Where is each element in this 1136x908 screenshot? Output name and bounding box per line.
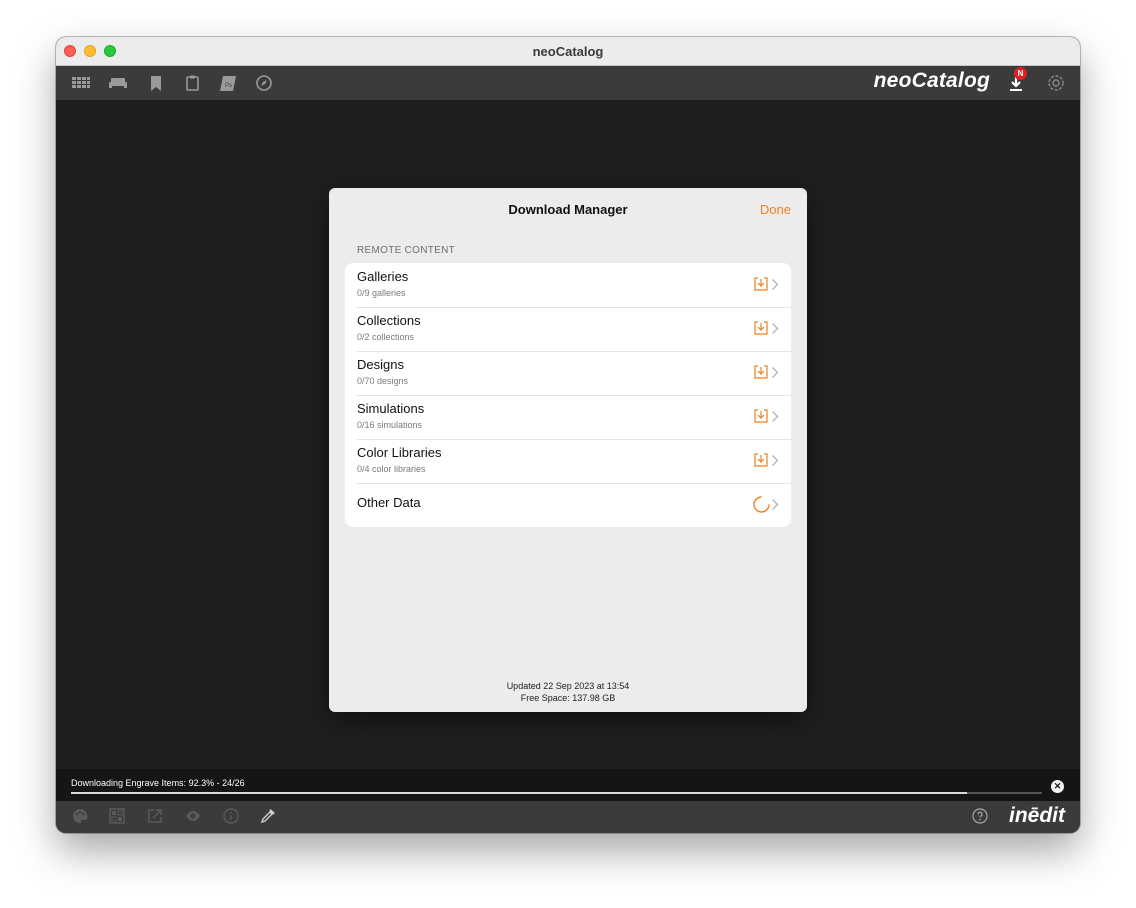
download-tray-icon[interactable] [753, 364, 769, 380]
list-item-other-data[interactable]: Other Data [345, 483, 791, 527]
item-title: Designs [357, 357, 404, 372]
chevron-right-icon [772, 411, 779, 422]
free-space-label: Free Space: 137.98 GB [520, 693, 616, 703]
list-item-simulations[interactable]: Simulations 0/16 simulations [345, 395, 791, 439]
item-title: Color Libraries [357, 445, 442, 460]
chevron-right-icon [772, 279, 779, 290]
list-item-collections[interactable]: Collections 0/2 collections [345, 307, 791, 351]
top-toolbar: Ps neoCatalog N [56, 66, 1080, 100]
app-window: neoCatalog Ps neoCatalog N Download Mana… [56, 37, 1080, 833]
main-content: Download Manager Done REMOTE CONTENT Gal… [56, 100, 1080, 769]
item-title: Simulations [357, 401, 425, 416]
item-subtitle: 0/2 collections [357, 332, 415, 342]
item-title: Collections [357, 313, 421, 328]
palette-icon[interactable] [71, 807, 91, 827]
download-tray-icon[interactable] [753, 452, 769, 468]
chevron-right-icon [772, 323, 779, 334]
title-bar: neoCatalog [56, 37, 1080, 66]
cancel-download-icon[interactable]: ✕ [1051, 780, 1064, 793]
export-icon[interactable] [146, 807, 166, 827]
pattern-icon[interactable] [108, 807, 128, 827]
section-header: REMOTE CONTENT [357, 245, 456, 256]
eyedropper-icon[interactable] [259, 807, 279, 827]
item-subtitle: 0/4 color libraries [357, 464, 426, 474]
grid-icon[interactable] [71, 73, 91, 93]
svg-text:Ps: Ps [225, 83, 232, 89]
eye-icon[interactable] [184, 807, 204, 827]
app-brand: neoCatalog [873, 69, 990, 92]
window-title: neoCatalog [532, 44, 604, 59]
item-subtitle: 0/16 simulations [357, 420, 423, 430]
chevron-right-icon [772, 455, 779, 466]
download-manager-dialog: Download Manager Done REMOTE CONTENT Gal… [329, 188, 807, 712]
inedit-logo: inēdit [1009, 804, 1065, 827]
item-subtitle: 0/70 designs [357, 376, 409, 386]
list-item-color-libraries[interactable]: Color Libraries 0/4 color libraries [345, 439, 791, 483]
bottom-toolbar: inēdit [56, 801, 1080, 833]
done-button[interactable]: Done [760, 202, 791, 217]
compass-icon[interactable] [254, 73, 274, 93]
clipboard-icon[interactable] [182, 73, 202, 93]
info-icon[interactable] [222, 807, 242, 827]
photoshop-icon[interactable]: Ps [218, 73, 238, 93]
download-progress-bar [71, 792, 1042, 794]
sofa-icon[interactable] [108, 73, 128, 93]
notification-badge: N [1014, 67, 1027, 80]
dialog-title: Download Manager [508, 202, 628, 217]
chevron-right-icon [772, 367, 779, 378]
item-title: Other Data [357, 495, 421, 510]
bookmark-icon[interactable] [146, 73, 166, 93]
item-title: Galleries [357, 269, 409, 284]
help-icon[interactable] [972, 808, 988, 824]
download-status-text: Downloading Engrave Items: 92.3% - 24/26 [71, 778, 245, 788]
list-item-galleries[interactable]: Galleries 0/9 galleries [345, 263, 791, 307]
list-item-designs[interactable]: Designs 0/70 designs [345, 351, 791, 395]
chevron-right-icon [772, 499, 779, 510]
download-tray-icon[interactable] [753, 408, 769, 424]
item-subtitle: 0/9 galleries [357, 288, 406, 298]
loading-spinner-icon [753, 496, 770, 513]
updated-timestamp: Updated 22 Sep 2023 at 13:54 [506, 681, 630, 691]
download-tray-icon[interactable] [753, 276, 769, 292]
download-tray-icon[interactable] [753, 320, 769, 336]
remote-content-list: Galleries 0/9 galleries Collections 0/2 … [345, 263, 791, 527]
download-status-bar: Downloading Engrave Items: 92.3% - 24/26… [56, 769, 1080, 801]
download-progress-fill [71, 792, 968, 794]
gear-icon[interactable] [1046, 73, 1066, 93]
